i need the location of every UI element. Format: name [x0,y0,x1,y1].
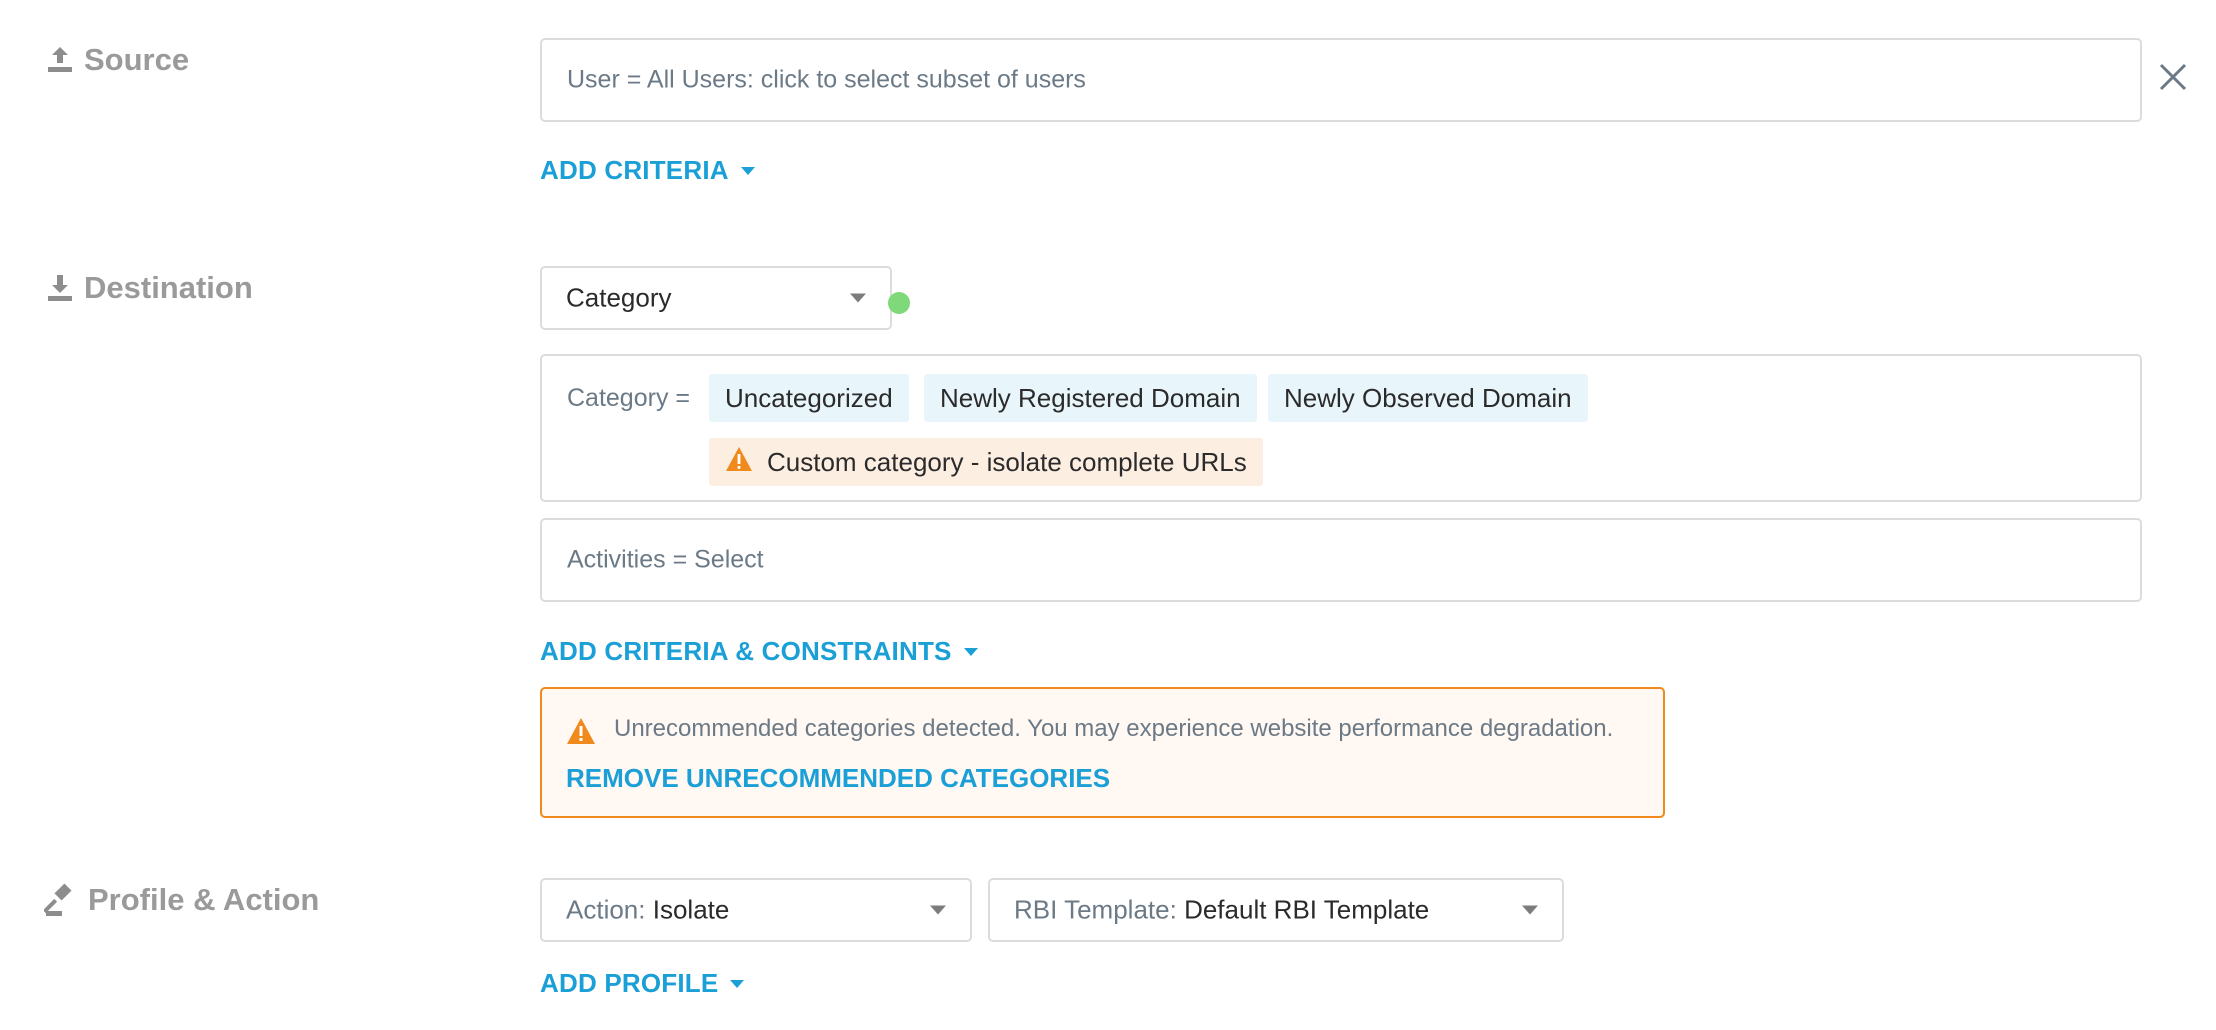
remove-unrecommended-categories-link[interactable]: REMOVE UNRECOMMENDED CATEGORIES [566,763,1110,794]
custom-category-label: Custom category - isolate complete URLs [767,446,1247,477]
source-section-label: Source [48,42,189,78]
category-prefix: Category = [567,384,690,412]
add-profile-button[interactable]: ADD PROFILE [540,968,745,999]
add-profile-label: ADD PROFILE [540,968,719,998]
custom-category-chip[interactable]: Custom category - isolate complete URLs [709,438,1263,486]
caret-down-icon [740,166,755,175]
status-dot [888,292,910,314]
upload-icon [48,45,72,75]
action-select-value: Isolate [652,894,730,925]
chevron-down-icon [850,293,866,303]
caret-down-icon [963,647,978,656]
profile-action-section-label: Profile & Action [44,882,319,918]
add-criteria-constraints-button[interactable]: ADD CRITERIA & CONSTRAINTS [540,636,978,667]
destination-type-select[interactable]: Category [540,266,892,330]
destination-section-label: Destination [48,270,253,306]
chevron-down-icon [1522,905,1538,915]
chevron-down-icon [930,905,946,915]
rbi-template-select[interactable]: RBI Template: Default RBI Template [988,878,1564,942]
warning-icon [725,446,753,479]
category-criteria-field[interactable]: Category = Uncategorized Newly Registere… [540,354,2142,502]
gavel-icon [44,883,76,917]
caret-down-icon [730,979,745,988]
category-chip[interactable]: Newly Registered Domain [924,374,1257,422]
close-icon[interactable] [2157,61,2189,93]
activities-text: Activities = Select [567,545,764,574]
add-criteria-label: ADD CRITERIA [540,155,729,185]
download-icon [48,273,72,303]
user-selector-text: User = All Users: click to select subset… [567,65,1086,94]
action-select-label: Action: [566,894,646,925]
add-criteria-button[interactable]: ADD CRITERIA [540,155,755,186]
add-criteria-constraints-label: ADD CRITERIA & CONSTRAINTS [540,636,952,666]
destination-type-value: Category [566,282,672,313]
action-select-text: Action: Isolate [566,895,729,926]
rbi-template-label: RBI Template: [1014,894,1177,925]
destination-label: Destination [84,270,253,305]
warning-message: Unrecommended categories detected. You m… [614,715,1614,742]
category-chip[interactable]: Uncategorized [709,374,909,422]
rbi-template-value: Default RBI Template [1184,894,1430,925]
action-select[interactable]: Action: Isolate [540,878,972,942]
warning-icon [566,717,596,750]
unrecommended-warning-banner: Unrecommended categories detected. You m… [540,687,1665,818]
rbi-template-text: RBI Template: Default RBI Template [1014,895,1429,926]
category-chip[interactable]: Newly Observed Domain [1268,374,1588,422]
profile-action-label: Profile & Action [88,882,320,917]
source-label: Source [84,42,190,77]
activities-field[interactable]: Activities = Select [540,518,2142,602]
user-selector-field[interactable]: User = All Users: click to select subset… [540,38,2142,122]
